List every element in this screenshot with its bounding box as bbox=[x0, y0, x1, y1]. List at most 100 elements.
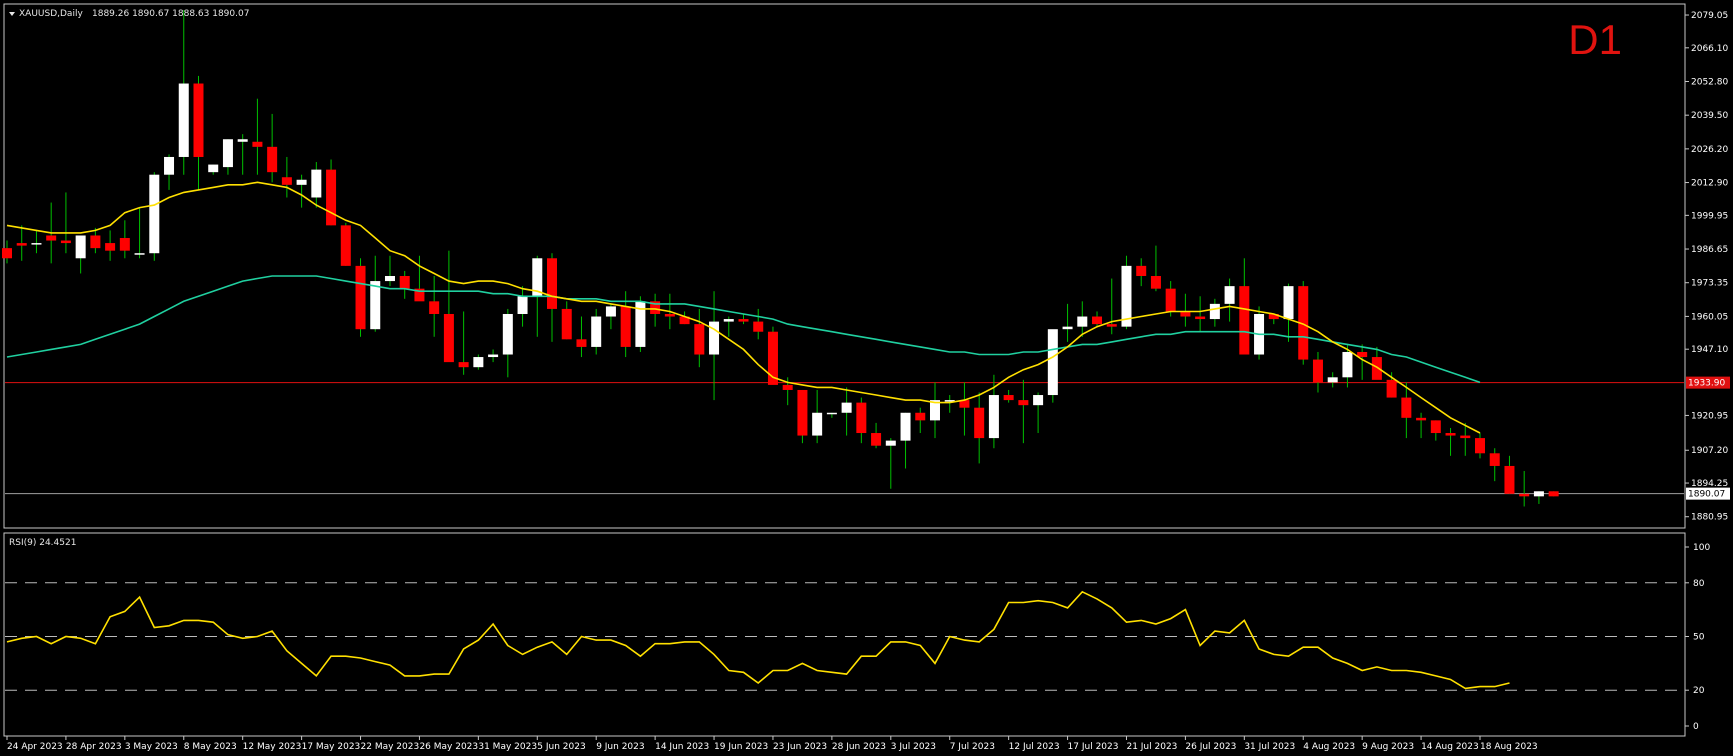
price-tick-label: 1999.95 bbox=[1691, 211, 1728, 221]
candle-body-bear bbox=[355, 265, 366, 330]
candle-body-bear bbox=[1430, 420, 1441, 434]
candle-body-bear bbox=[1386, 379, 1397, 398]
candle-body-bull bbox=[488, 354, 499, 358]
candle-body-bear bbox=[856, 402, 867, 434]
candle-body-bull bbox=[885, 440, 896, 446]
candle-body-bear bbox=[46, 235, 57, 241]
bid-price-label: 1890.07 bbox=[1688, 490, 1725, 500]
candle-body-bear bbox=[1460, 435, 1471, 439]
chart-canvas: 2079.05 2066.10 2052.80 2039.50 2026.20 2012.… bbox=[0, 0, 1733, 756]
candle-body-bear bbox=[60, 240, 71, 244]
candle-body-bull bbox=[164, 156, 175, 175]
date-tick-label: 14 Aug 2023 bbox=[1421, 742, 1479, 752]
candle-body-bull bbox=[988, 395, 999, 439]
candle-body-bear bbox=[281, 177, 292, 185]
price-tick-label: 2079.05 bbox=[1691, 11, 1728, 21]
date-tick-label: 24 Apr 2023 bbox=[7, 742, 63, 752]
candle-body-bear bbox=[252, 141, 263, 147]
candle-body-bull bbox=[149, 174, 160, 254]
candle-body-bull bbox=[1342, 351, 1353, 378]
date-tick-label: 23 Jun 2023 bbox=[773, 742, 827, 752]
candle-body-bull bbox=[1062, 326, 1073, 330]
candle[interactable] bbox=[767, 326, 778, 385]
date-tick-label: 21 Jul 2023 bbox=[1126, 742, 1177, 752]
candle-body-bear bbox=[1106, 324, 1117, 327]
candle-body-bull bbox=[370, 281, 381, 330]
candle-body-bull bbox=[723, 319, 734, 322]
candle-body-bear bbox=[1519, 493, 1530, 497]
candle[interactable] bbox=[149, 172, 160, 261]
candle-body-bear bbox=[1445, 433, 1456, 436]
candle-body-bull bbox=[812, 412, 823, 436]
chart-background bbox=[0, 0, 1733, 756]
price-tick-label: 2026.20 bbox=[1691, 145, 1728, 155]
price-tick-label: 1880.95 bbox=[1691, 513, 1728, 523]
ohlc-label: 1889.26 1890.67 1888.63 1890.07 bbox=[92, 9, 249, 19]
candle-body-bear bbox=[1150, 276, 1161, 289]
rsi-tick-label: 0 bbox=[1693, 722, 1699, 732]
candle-body-bear bbox=[1401, 397, 1412, 418]
candle-body-bull bbox=[1224, 286, 1235, 304]
symbol-label: XAUUSD,Daily bbox=[19, 9, 83, 19]
candle-body-bear bbox=[753, 321, 764, 332]
price-tick-label: 1894.25 bbox=[1691, 479, 1728, 489]
candle-body-bear bbox=[267, 146, 278, 173]
candle-body-bear bbox=[974, 407, 985, 439]
candle[interactable] bbox=[797, 389, 808, 444]
candle-body-bull bbox=[222, 139, 233, 168]
rsi-tick-label: 80 bbox=[1693, 579, 1705, 589]
candle-body-bear bbox=[1504, 465, 1515, 494]
date-tick-label: 17 Jul 2023 bbox=[1068, 742, 1119, 752]
candle-body-bear bbox=[1165, 288, 1176, 312]
date-tick-label: 31 Jul 2023 bbox=[1244, 742, 1295, 752]
date-tick-label: 3 Jul 2023 bbox=[891, 742, 936, 752]
candle-body-bull bbox=[1283, 286, 1294, 320]
candle-body-bear bbox=[1475, 438, 1485, 454]
candle-body-bear bbox=[561, 308, 572, 340]
candle-body-bear bbox=[2, 248, 12, 259]
candle-body-bear bbox=[738, 319, 749, 322]
candle[interactable] bbox=[1047, 329, 1058, 403]
candle-body-bear bbox=[1018, 400, 1029, 406]
price-tick-label: 1920.95 bbox=[1691, 411, 1728, 421]
candle-body-bull bbox=[1533, 491, 1544, 497]
candle[interactable] bbox=[340, 222, 351, 266]
candle-body-bull bbox=[134, 253, 145, 255]
candle-body-bear bbox=[547, 258, 558, 309]
candle-body-bear bbox=[782, 384, 793, 390]
candle-body-bull bbox=[1327, 377, 1338, 383]
date-tick-label: 22 May 2023 bbox=[361, 742, 420, 752]
candle[interactable] bbox=[635, 296, 646, 352]
rsi-tick-label: 50 bbox=[1693, 633, 1705, 643]
candle-body-bear bbox=[1136, 265, 1147, 277]
support-price-label: 1933.90 bbox=[1688, 379, 1725, 389]
timeframe-label: D1 bbox=[1568, 16, 1622, 63]
candle-body-bear bbox=[193, 83, 204, 157]
date-tick-label: 5 Jun 2023 bbox=[537, 742, 585, 752]
candle[interactable] bbox=[1548, 491, 1559, 497]
candle-body-bull bbox=[1209, 303, 1220, 320]
date-tick-label: 9 Aug 2023 bbox=[1362, 742, 1414, 752]
date-tick-label: 19 Jun 2023 bbox=[714, 742, 768, 752]
candle-body-bear bbox=[1548, 491, 1559, 497]
price-tick-label: 1973.35 bbox=[1691, 279, 1728, 289]
price-tick-label: 2039.50 bbox=[1691, 111, 1728, 121]
price-tick-label: 1947.10 bbox=[1691, 345, 1728, 355]
candle-body-bear bbox=[105, 243, 116, 251]
candle-body-bull bbox=[384, 276, 395, 282]
candle-body-bull bbox=[1077, 316, 1088, 327]
candle-body-bull bbox=[178, 83, 189, 157]
candle[interactable] bbox=[355, 258, 366, 337]
date-tick-label: 8 May 2023 bbox=[184, 742, 237, 752]
candle-body-bear bbox=[1239, 286, 1250, 355]
date-tick-label: 14 Jun 2023 bbox=[655, 742, 709, 752]
candle-body-bear bbox=[664, 313, 675, 317]
price-tick-label: 1986.65 bbox=[1691, 245, 1728, 255]
date-tick-label: 28 Jun 2023 bbox=[832, 742, 886, 752]
candle-body-bull bbox=[311, 169, 322, 198]
rsi-label: RSI(9) 24.4521 bbox=[9, 538, 76, 548]
candle-body-bear bbox=[399, 276, 410, 289]
price-tick-label: 1907.20 bbox=[1691, 446, 1728, 456]
date-tick-label: 12 May 2023 bbox=[243, 742, 302, 752]
candle-body-bull bbox=[605, 306, 616, 317]
